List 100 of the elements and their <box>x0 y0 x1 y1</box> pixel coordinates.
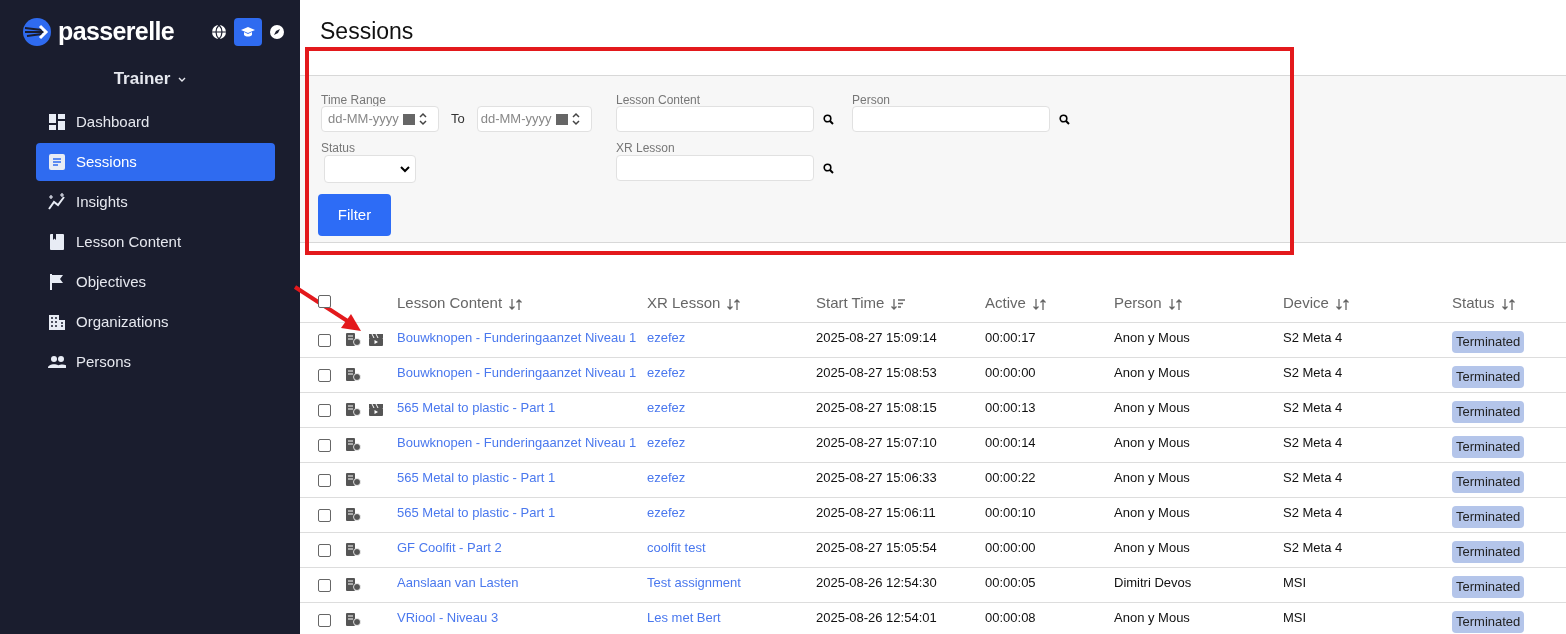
server-info-icon[interactable] <box>346 578 361 591</box>
row-checkbox[interactable] <box>318 578 331 592</box>
xr-lesson-link[interactable]: Test assignment <box>647 575 741 591</box>
nav-item[interactable]: Dashboard <box>36 103 275 141</box>
xr-lesson-link[interactable]: ezefez <box>647 470 686 486</box>
server-info-icon[interactable] <box>346 368 361 381</box>
server-info-icon[interactable] <box>346 508 361 521</box>
table-cell: Anon y Mous <box>1114 505 1190 521</box>
table-cell: Anon y Mous <box>1114 435 1190 451</box>
table-cell: 2025-08-27 15:06:11 <box>816 505 936 521</box>
lesson-content-link[interactable]: Bouwknopen - Funderingaanzet Niveau 1 <box>397 330 637 346</box>
column-header[interactable]: Lesson Content <box>397 285 647 322</box>
sparkle-chart-icon <box>48 193 66 211</box>
row-checkbox[interactable] <box>318 438 331 452</box>
server-info-icon[interactable] <box>346 438 361 451</box>
table-cell: 2025-08-27 15:07:10 <box>816 435 937 451</box>
xr-lesson-link[interactable]: ezefez <box>647 330 686 346</box>
xr-lesson-link[interactable]: ezefez <box>647 400 686 416</box>
lesson-content-link[interactable]: Bouwknopen - Funderingaanzet Niveau 1 <box>397 365 637 381</box>
table-cell: 00:00:08 <box>985 610 1036 626</box>
row-checkbox[interactable] <box>318 473 331 487</box>
field-label: Time Range <box>321 92 387 106</box>
xr-lesson-link[interactable]: Les met Bert <box>647 610 721 626</box>
lesson-content-link[interactable]: 565 Metal to plastic - Part 1 <box>397 400 556 416</box>
table-cell: 2025-08-27 15:09:14 <box>816 330 937 346</box>
table-cell: Anon y Mous <box>1114 400 1190 416</box>
lesson-content-link[interactable]: Bouwknopen - Funderingaanzet Niveau 1 <box>397 435 637 451</box>
xr-lesson-field[interactable] <box>616 155 814 181</box>
server-info-icon[interactable] <box>346 613 361 626</box>
clapperboard-icon[interactable] <box>369 403 383 416</box>
table-cell: Anon y Mous <box>1114 470 1190 486</box>
xr-lesson-link[interactable]: ezefez <box>647 435 686 451</box>
column-header[interactable]: Device <box>1283 285 1452 322</box>
table-cell: MSI <box>1283 575 1307 591</box>
status-badge: Terminated <box>1452 366 1525 388</box>
column-header[interactable]: Person <box>1114 285 1283 322</box>
field-label: Lesson Content <box>616 92 702 106</box>
table-cell: 2025-08-27 15:08:15 <box>816 400 937 416</box>
table-cell: S2 Meta 4 <box>1283 435 1343 451</box>
nav-item[interactable]: Insights <box>36 183 275 221</box>
row-checkbox[interactable] <box>318 368 331 382</box>
column-header[interactable]: XR Lesson <box>647 285 816 322</box>
server-info-icon[interactable] <box>346 403 361 416</box>
nav-item[interactable]: Objectives <box>36 263 275 301</box>
nav-item[interactable]: Organizations <box>36 303 275 341</box>
date-field[interactable]: dd-MM-yyyy <box>321 106 439 132</box>
nav-item[interactable]: Lesson Content <box>36 223 275 261</box>
chevron-down-icon <box>178 76 187 82</box>
date-field[interactable]: dd-MM-yyyy <box>476 106 592 132</box>
to-label: To <box>451 110 465 129</box>
lesson-content-link[interactable]: 565 Metal to plastic - Part 1 <box>397 470 556 486</box>
select-all-checkbox[interactable] <box>318 294 331 308</box>
lesson-content-link[interactable]: Aanslaan van Lasten <box>397 575 519 591</box>
server-info-icon[interactable] <box>346 333 361 346</box>
mode-button[interactable] <box>210 23 228 41</box>
column-header[interactable]: Status <box>1452 285 1566 322</box>
table-cell: Anon y Mous <box>1114 365 1190 381</box>
column-header[interactable]: Start Time <box>816 285 985 322</box>
xr-lesson-link[interactable]: coolfit test <box>647 540 706 556</box>
row-checkbox[interactable] <box>318 613 331 627</box>
search-icon[interactable] <box>1059 113 1070 125</box>
filter-button[interactable]: Filter <box>318 194 391 236</box>
people-icon <box>48 353 66 371</box>
row-checkbox[interactable] <box>318 508 331 522</box>
table-cell: 00:00:10 <box>985 505 1036 521</box>
table-cell: 00:00:22 <box>985 470 1036 486</box>
status-badge: Terminated <box>1452 401 1525 423</box>
dashboard-icon <box>48 113 66 131</box>
nav-item[interactable]: Sessions <box>36 143 275 181</box>
xr-lesson-link[interactable]: ezefez <box>647 505 686 521</box>
table-cell: MSI <box>1283 610 1307 626</box>
lesson-content-link[interactable]: VRiool - Niveau 3 <box>397 610 499 626</box>
search-icon[interactable] <box>823 113 834 125</box>
person-field[interactable] <box>852 106 1050 132</box>
table-cell: S2 Meta 4 <box>1283 470 1343 486</box>
xr-lesson-link[interactable]: ezefez <box>647 365 686 381</box>
globe-icon <box>211 24 227 40</box>
spinner-icon <box>418 112 427 126</box>
row-checkbox[interactable] <box>318 403 331 417</box>
nav-item[interactable]: Persons <box>36 343 275 381</box>
server-info-icon[interactable] <box>346 543 361 556</box>
logo-icon <box>22 17 52 47</box>
chevron-down-icon <box>400 165 410 173</box>
mode-button[interactable] <box>268 23 286 41</box>
server-info-icon[interactable] <box>346 473 361 486</box>
search-icon[interactable] <box>823 162 834 174</box>
mode-button[interactable] <box>234 18 262 46</box>
role-dropdown[interactable]: Trainer <box>113 66 187 92</box>
lesson-content-field[interactable] <box>616 106 814 132</box>
status-badge: Terminated <box>1452 471 1525 493</box>
brand-name: passerelle <box>58 16 175 48</box>
row-checkbox[interactable] <box>318 333 331 347</box>
row-checkbox[interactable] <box>318 543 331 557</box>
column-header[interactable]: Active <box>985 285 1114 322</box>
lesson-content-link[interactable]: GF Coolfit - Part 2 <box>397 540 502 556</box>
table-cell: Anon y Mous <box>1114 330 1190 346</box>
clapperboard-icon[interactable] <box>369 333 383 346</box>
status-badge: Terminated <box>1452 576 1525 598</box>
spinner-icon <box>571 112 580 126</box>
lesson-content-link[interactable]: 565 Metal to plastic - Part 1 <box>397 505 556 521</box>
